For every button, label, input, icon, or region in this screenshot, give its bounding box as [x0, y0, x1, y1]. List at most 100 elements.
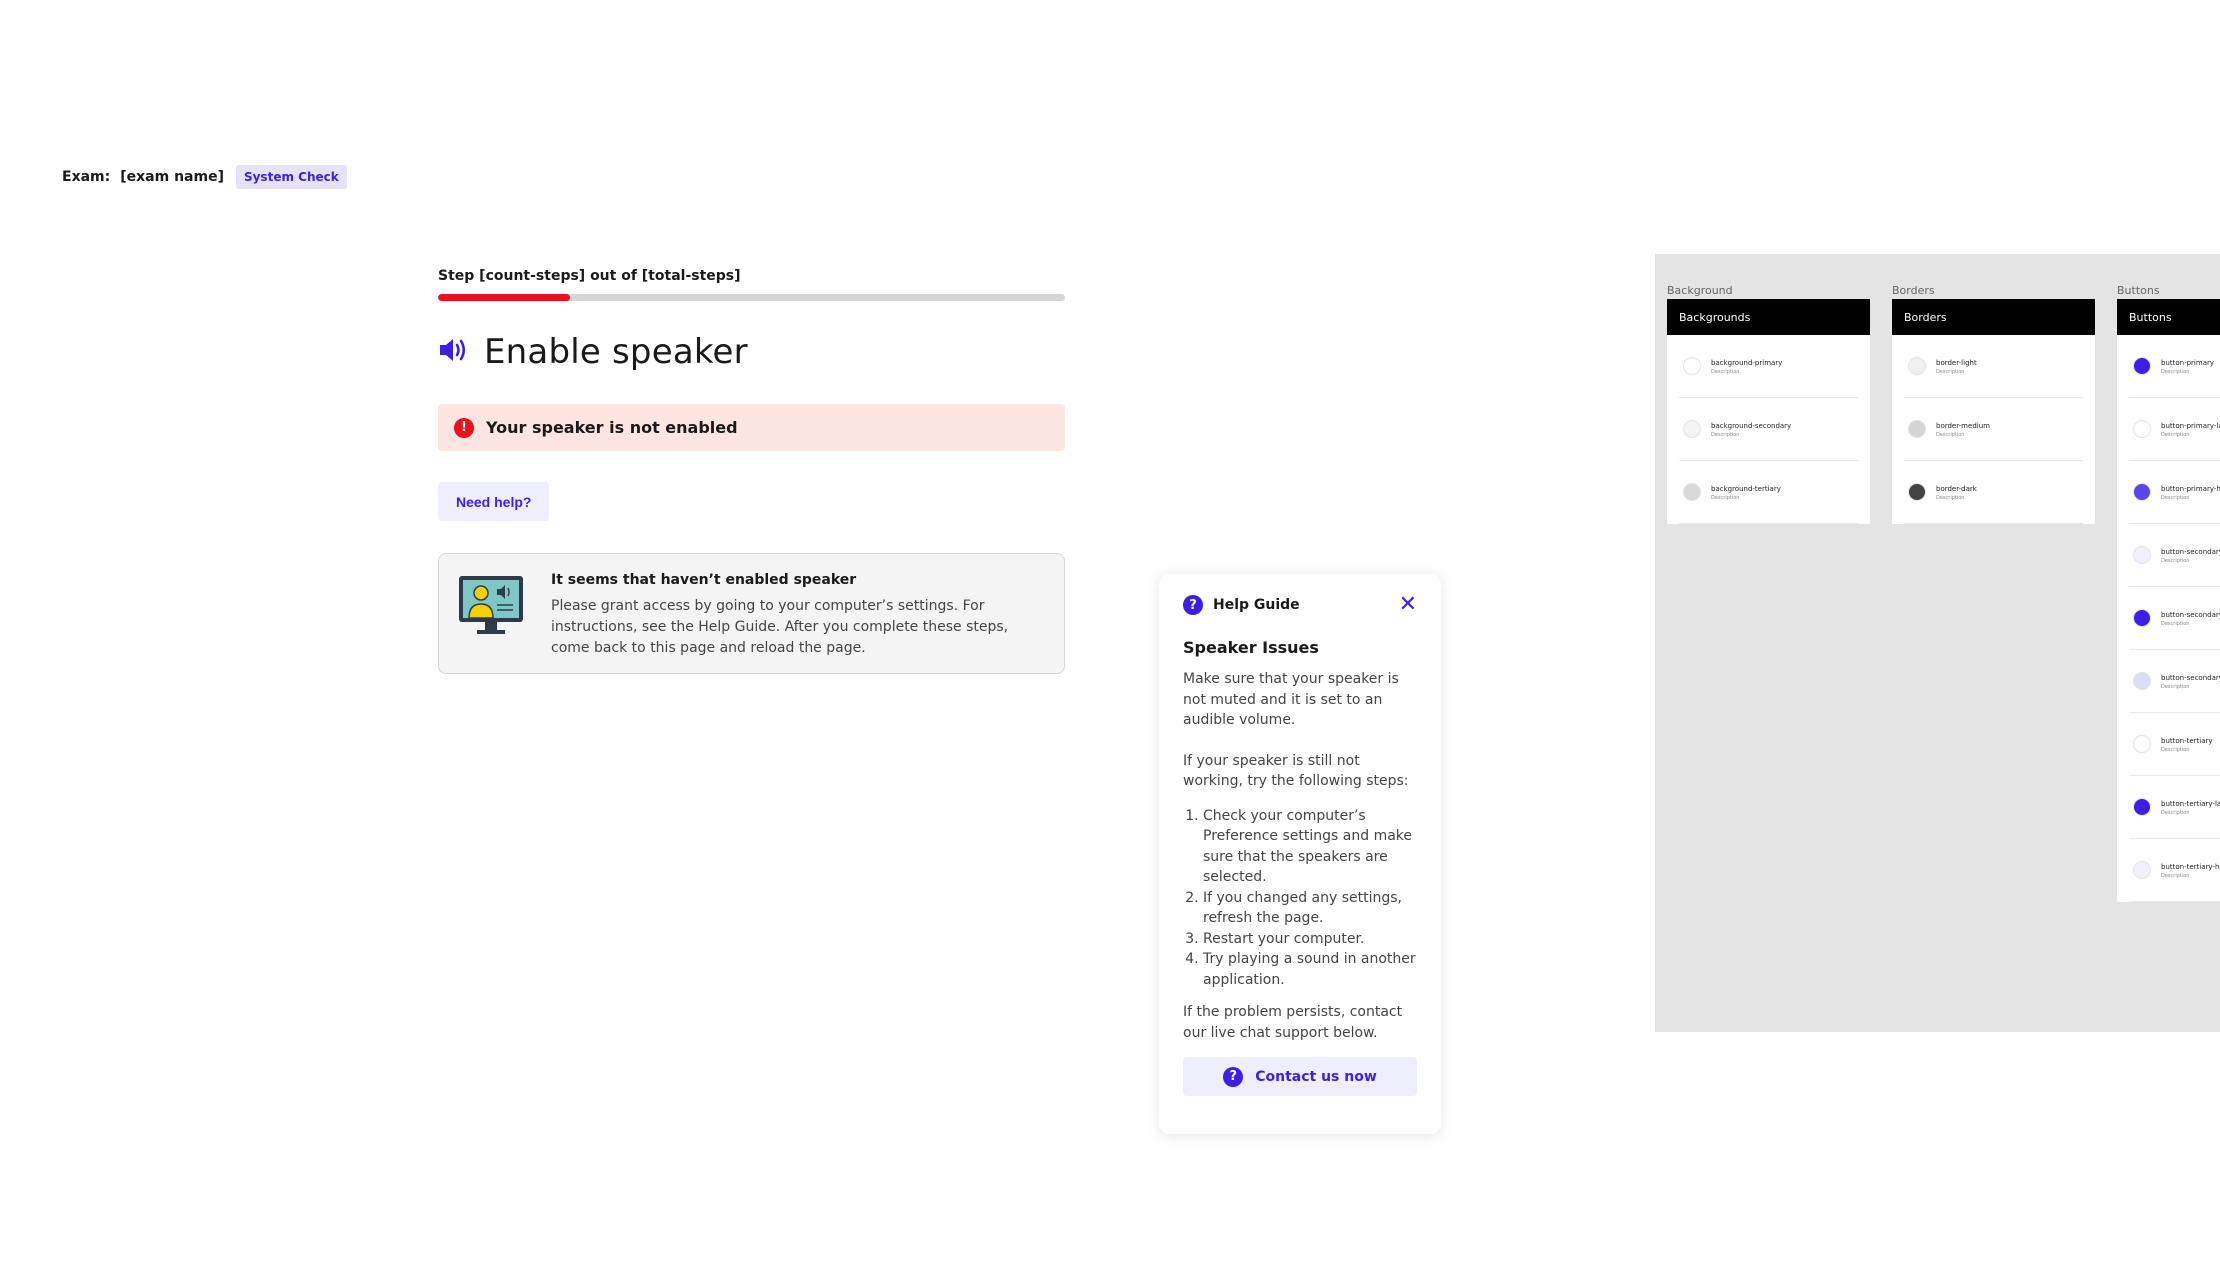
help-guide-paragraph: If your speaker is still not working, tr… [1183, 752, 1409, 790]
help-step: Check your computer’s Preference setting… [1203, 806, 1417, 888]
progress-bar [438, 294, 1065, 301]
page-title-row: Enable speaker [438, 332, 748, 372]
contact-us-label: Contact us now [1255, 1068, 1377, 1085]
ds-card-header: Borders [1892, 299, 2095, 335]
ds-token-text: button-tertiary-label Description [2161, 798, 2220, 816]
ds-token-description: Description [2161, 432, 2190, 438]
ds-token-name: border-dark [1936, 485, 1977, 493]
ds-token-text: background-primary Description [1711, 357, 1782, 375]
ds-token-text: background-tertiary Description [1711, 483, 1781, 501]
ds-token-description: Description [2161, 873, 2190, 879]
ds-token-description: Description [2161, 369, 2190, 375]
ds-token-description: Description [1711, 432, 1740, 438]
ds-token-row: background-primary Description [1679, 335, 1858, 398]
color-swatch [2133, 357, 2151, 375]
page-title: Enable speaker [484, 332, 748, 372]
ds-token-description: Description [1711, 495, 1740, 501]
ds-token-name: button-primary-label [2161, 422, 2220, 430]
help-guide-title: Help Guide [1213, 597, 1300, 613]
design-system-panel: Background Backgrounds background-primar… [1655, 254, 2220, 1032]
ds-token-text: button-tertiary Description [2161, 735, 2213, 753]
ds-token-row: border-medium Description [1904, 398, 2083, 461]
ds-token-text: border-medium Description [1936, 420, 1990, 438]
close-icon[interactable]: ✕ [1399, 594, 1417, 616]
error-banner: ! Your speaker is not enabled [438, 404, 1065, 451]
ds-token-text: border-dark Description [1936, 483, 1977, 501]
ds-token-name: button-secondary-hover [2161, 674, 2220, 682]
color-swatch [2133, 609, 2151, 627]
ds-token-name: button-tertiary-hover [2161, 863, 2220, 871]
ds-token-row: button-primary-label Description [2129, 398, 2220, 461]
alert-icon: ! [454, 417, 474, 438]
help-question-icon: ? [1183, 595, 1203, 615]
ds-token-row: button-tertiary Description [2129, 713, 2220, 776]
progress-bar-fill [438, 294, 570, 301]
ds-column-caption: Buttons [2117, 284, 2160, 297]
ds-card: Buttons button-primary Description button-… [2117, 299, 2220, 902]
color-swatch [1908, 357, 1926, 375]
info-card-body: Please grant access by going to your com… [551, 598, 1009, 656]
color-swatch [2133, 420, 2151, 438]
step-text: Step [count-steps] out of [total-steps] [438, 268, 741, 284]
color-swatch [2133, 546, 2151, 564]
info-card: It seems that haven’t enabled speaker Pl… [438, 553, 1065, 674]
system-check-badge: System Check [235, 165, 347, 189]
ds-token-description: Description [2161, 684, 2190, 690]
ds-token-row: button-secondary-label Description [2129, 587, 2220, 650]
color-swatch [1683, 483, 1701, 501]
ds-token-description: Description [1936, 432, 1965, 438]
color-swatch [1683, 420, 1701, 438]
ds-token-text: button-primary-label Description [2161, 420, 2220, 438]
ds-token-row: button-tertiary-hover Description [2129, 839, 2220, 902]
ds-token-text: button-primary Description [2161, 357, 2214, 375]
ds-token-name: border-light [1936, 359, 1977, 367]
exam-label: Exam: [62, 169, 111, 185]
help-step: Restart your computer. [1203, 929, 1417, 950]
ds-token-row: button-secondary Description [2129, 524, 2220, 587]
ds-token-name: button-secondary-label [2161, 611, 2220, 619]
ds-token-text: button-secondary-hover Description [2161, 672, 2220, 690]
ds-token-row: background-tertiary Description [1679, 461, 1858, 524]
help-guide-steps: Check your computer’s Preference setting… [1183, 806, 1417, 991]
color-swatch [2133, 735, 2151, 753]
ds-token-text: button-tertiary-hover Description [2161, 861, 2220, 879]
ds-token-name: background-primary [1711, 359, 1783, 367]
exam-name: [exam name] [120, 169, 224, 185]
help-step: Try playing a sound in another applicati… [1203, 949, 1417, 990]
info-card-title: It seems that haven’t enabled speaker [551, 572, 857, 588]
ds-token-name: background-tertiary [1711, 485, 1781, 493]
ds-token-name: button-secondary [2161, 548, 2220, 556]
ds-token-description: Description [2161, 558, 2190, 564]
error-text: Your speaker is not enabled [486, 418, 738, 437]
ds-token-name: button-primary-hover [2161, 485, 2220, 493]
color-swatch [1908, 420, 1926, 438]
ds-token-description: Description [2161, 810, 2190, 816]
ds-token-name: border-medium [1936, 422, 1990, 430]
ds-card: Borders border-light Description border-me… [1892, 299, 2095, 524]
ds-token-description: Description [1711, 369, 1740, 375]
exam-header: Exam: [exam name] System Check [62, 165, 347, 189]
color-swatch [2133, 861, 2151, 879]
computer-speaker-illustration-icon [457, 574, 525, 673]
ds-token-description: Description [2161, 621, 2190, 627]
info-card-content: It seems that haven’t enabled speaker Pl… [551, 572, 1044, 673]
ds-token-text: background-secondary Description [1711, 420, 1791, 438]
ds-token-row: button-primary Description [2129, 335, 2220, 398]
color-swatch [2133, 672, 2151, 690]
color-swatch [1908, 483, 1926, 501]
help-question-icon: ? [1223, 1066, 1244, 1087]
ds-token-name: button-tertiary-label [2161, 800, 2220, 808]
ds-token-text: button-secondary-label Description [2161, 609, 2220, 627]
ds-token-row: border-dark Description [1904, 461, 2083, 524]
need-help-button[interactable]: Need help? [438, 482, 550, 521]
ds-token-row: border-light Description [1904, 335, 2083, 398]
step-progress: Step [count-steps] out of [total-steps] [438, 268, 1065, 301]
help-guide-header: ? Help Guide ✕ [1183, 594, 1417, 616]
contact-us-button[interactable]: ? Contact us now [1183, 1057, 1417, 1096]
ds-token-name: background-secondary [1711, 422, 1792, 430]
ds-card-header: Backgrounds [1667, 299, 1870, 335]
ds-token-description: Description [2161, 495, 2190, 501]
ds-token-description: Description [1936, 495, 1965, 501]
ds-token-row: button-secondary-hover Description [2129, 650, 2220, 713]
help-guide-paragraph: If the problem persists, contact our liv… [1183, 1004, 1403, 1041]
